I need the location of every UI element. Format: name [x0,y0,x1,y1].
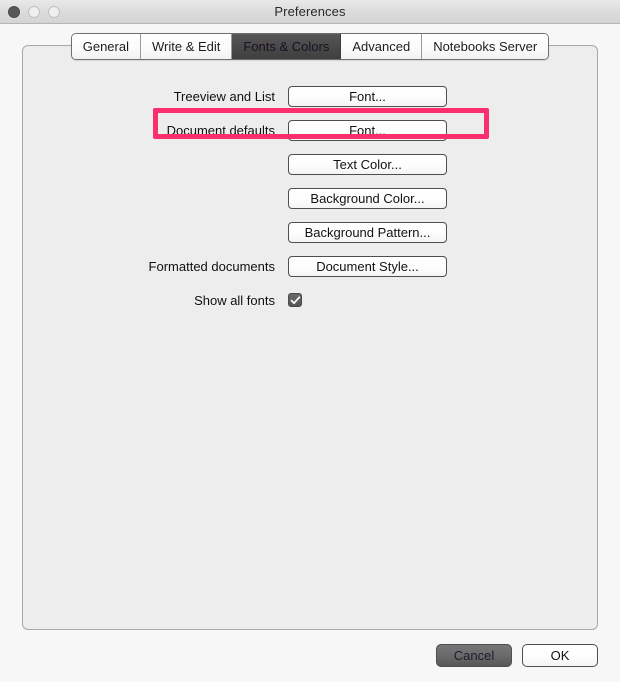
ok-button[interactable]: OK [522,643,598,667]
background-pattern-button[interactable]: Background Pattern... [288,221,447,243]
zoom-button-icon[interactable] [48,5,60,18]
window-title: Preferences [274,4,346,19]
row-formatted-documents: Formatted documents Document Style... [23,249,597,283]
label-show-all-fonts: Show all fonts [194,292,275,308]
fonts-and-colors-form: Treeview and List Font... Document defau… [23,79,597,317]
document-defaults-font-button[interactable]: Font... [288,119,447,141]
row-text-color: Text Color... [23,147,597,181]
cancel-button[interactable]: Cancel [436,643,512,667]
label-document-defaults: Document defaults [166,122,275,138]
row-document-defaults: Document defaults Font... [23,113,597,147]
tab-group: General Write & Edit Fonts & Colors Adva… [70,33,550,60]
label-treeview-and-list: Treeview and List [173,88,275,104]
dialog-footer: Cancel OK [0,640,620,670]
tab-general[interactable]: General [71,34,141,59]
row-background-color: Background Color... [23,181,597,215]
minimize-button-icon[interactable] [28,5,40,18]
close-button-icon[interactable] [8,5,20,18]
preferences-tab-bar: General Write & Edit Fonts & Colors Adva… [0,33,620,60]
tab-write-and-edit[interactable]: Write & Edit [140,34,233,59]
text-color-button[interactable]: Text Color... [288,153,447,175]
treeview-font-button[interactable]: Font... [288,85,447,107]
row-show-all-fonts: Show all fonts [23,283,597,317]
title-bar: Preferences [0,0,620,24]
row-treeview-and-list: Treeview and List Font... [23,79,597,113]
document-style-button[interactable]: Document Style... [288,255,447,277]
checkmark-icon [290,295,300,304]
tab-advanced[interactable]: Advanced [341,34,423,59]
label-formatted-documents: Formatted documents [148,258,275,274]
show-all-fonts-checkbox[interactable] [288,293,302,307]
preferences-panel: Treeview and List Font... Document defau… [22,45,598,630]
tab-fonts-and-colors[interactable]: Fonts & Colors [232,34,342,59]
window-controls [8,0,60,23]
preferences-window: Preferences Treeview and List Font... Do… [0,0,620,682]
tab-notebooks-server[interactable]: Notebooks Server [422,34,549,59]
background-color-button[interactable]: Background Color... [288,187,447,209]
row-background-pattern: Background Pattern... [23,215,597,249]
